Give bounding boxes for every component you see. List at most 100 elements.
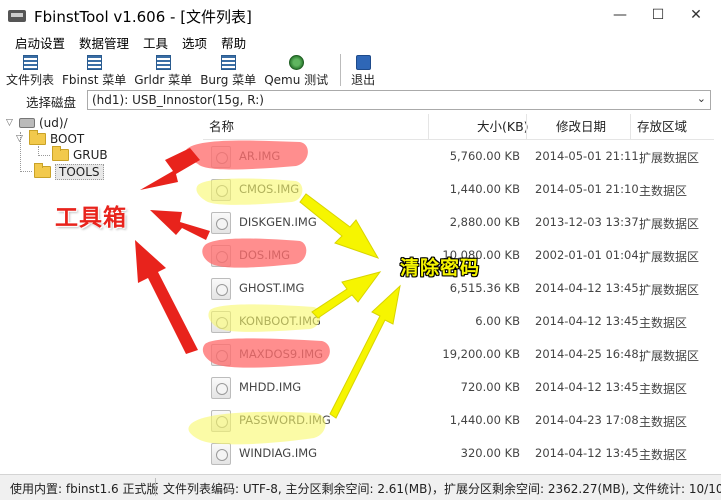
fbinst-menu-button[interactable]: Fbinst 菜单 bbox=[62, 54, 126, 88]
tree-line bbox=[20, 171, 32, 172]
column-name[interactable]: 名称 bbox=[209, 114, 234, 140]
vertical-scrollbar[interactable] bbox=[714, 114, 721, 474]
menu-data-management[interactable]: 数据管理 bbox=[79, 33, 129, 52]
file-size: 6,515.36 KB bbox=[449, 281, 520, 295]
file-area: 扩展数据区 bbox=[639, 349, 700, 363]
file-date: 2014-05-01 21:11 bbox=[535, 149, 639, 163]
menu-help[interactable]: 帮助 bbox=[221, 33, 246, 52]
burg-menu-button[interactable]: Burg 菜单 bbox=[200, 54, 256, 88]
disk-selector-row: 选择磁盘 (hd1): USB_Innostor(15g, R:) ⌄ bbox=[0, 88, 721, 112]
disk-image-icon bbox=[211, 179, 231, 201]
file-name: MAXDOS9.IMG bbox=[239, 347, 324, 361]
qemu-test-label: Qemu 测试 bbox=[264, 73, 329, 87]
list-icon bbox=[86, 55, 102, 70]
file-area: 扩展数据区 bbox=[639, 217, 700, 231]
file-size: 1,440.00 KB bbox=[449, 413, 520, 427]
file-date: 2014-04-12 13:45 bbox=[535, 380, 639, 394]
column-separator[interactable] bbox=[428, 114, 429, 140]
app-icon bbox=[8, 10, 26, 22]
file-name: DISKGEN.IMG bbox=[239, 215, 317, 229]
table-row[interactable]: DISKGEN.IMG 2,880.00 KB 2013-12-03 13:37… bbox=[203, 206, 714, 239]
file-name: AR.IMG bbox=[239, 149, 281, 163]
file-size: 5,760.00 KB bbox=[449, 149, 520, 163]
tree-root[interactable]: ▽ (ud)/ bbox=[6, 116, 68, 130]
toolbar: 文件列表 Fbinst 菜单 Grldr 菜单 Burg 菜单 Qemu 测试 … bbox=[0, 52, 721, 88]
status-bar: 使用内置: fbinst1.6 正式版 文件列表编码: UTF-8, 主分区剩余… bbox=[0, 474, 721, 500]
collapse-icon[interactable]: ▽ bbox=[6, 118, 16, 128]
collapse-icon[interactable]: ▽ bbox=[16, 134, 26, 144]
list-icon bbox=[155, 55, 171, 70]
folder-icon bbox=[34, 163, 51, 178]
file-date: 2014-04-12 13:45 bbox=[535, 446, 639, 460]
file-name: CMOS.IMG bbox=[239, 182, 300, 196]
qemu-test-button[interactable]: Qemu 测试 bbox=[264, 54, 328, 88]
file-area: 主数据区 bbox=[639, 184, 688, 198]
table-row[interactable]: KONBOOT.IMG 6.00 KB 2014-04-12 13:45 主数据… bbox=[203, 305, 714, 338]
file-list: 名称 大小(KB) 修改日期 存放区域 AR.IMG 5,760.00 KB 2… bbox=[203, 114, 714, 474]
file-name: GHOST.IMG bbox=[239, 281, 305, 295]
minimize-icon: — bbox=[613, 7, 627, 23]
maximize-icon: ☐ bbox=[651, 7, 665, 23]
table-row[interactable]: MHDD.IMG 720.00 KB 2014-04-12 13:45 主数据区 bbox=[203, 371, 714, 404]
file-date: 2014-04-23 17:08 bbox=[535, 413, 639, 427]
exit-button[interactable]: 退出 bbox=[351, 54, 375, 88]
minimize-button[interactable]: — bbox=[600, 0, 640, 30]
grldr-menu-button[interactable]: Grldr 菜单 bbox=[134, 54, 192, 88]
table-row[interactable]: CMOS.IMG 1,440.00 KB 2014-05-01 21:10 主数… bbox=[203, 173, 714, 206]
disk-image-icon bbox=[211, 377, 231, 399]
table-row[interactable]: PASSWORD.IMG 1,440.00 KB 2014-04-23 17:0… bbox=[203, 404, 714, 437]
menu-boot-settings[interactable]: 启动设置 bbox=[15, 33, 65, 52]
file-size: 720.00 KB bbox=[460, 380, 520, 394]
disk-image-icon bbox=[211, 146, 231, 168]
file-date: 2014-04-12 13:45 bbox=[535, 314, 639, 328]
qemu-icon bbox=[288, 55, 304, 70]
close-button[interactable]: ✕ bbox=[676, 0, 716, 30]
tree-root-label: (ud)/ bbox=[39, 116, 68, 130]
drive-icon bbox=[19, 118, 35, 128]
file-name: DOS.IMG bbox=[239, 248, 291, 262]
table-row[interactable]: AR.IMG 5,760.00 KB 2014-05-01 21:11 扩展数据… bbox=[203, 140, 714, 173]
file-area: 主数据区 bbox=[639, 382, 688, 396]
chevron-down-icon[interactable]: ⌄ bbox=[697, 92, 706, 105]
grldr-menu-label: Grldr 菜单 bbox=[134, 73, 193, 87]
file-size: 1,440.00 KB bbox=[449, 182, 520, 196]
table-row[interactable]: MAXDOS9.IMG 19,200.00 KB 2014-04-25 16:4… bbox=[203, 338, 714, 371]
burg-menu-label: Burg 菜单 bbox=[200, 73, 257, 87]
table-row[interactable]: WINDIAG.IMG 320.00 KB 2014-04-12 13:45 主… bbox=[203, 437, 714, 470]
disk-image-icon bbox=[211, 311, 231, 333]
menu-options[interactable]: 选项 bbox=[182, 33, 207, 52]
file-list-label: 文件列表 bbox=[6, 73, 55, 87]
folder-icon bbox=[29, 130, 46, 145]
column-date[interactable]: 修改日期 bbox=[556, 114, 606, 140]
folder-tree: ▽ (ud)/ ▽ BOOT GRUB TOOLS bbox=[0, 114, 200, 474]
disk-image-icon bbox=[211, 410, 231, 432]
tree-item-boot[interactable]: ▽ BOOT bbox=[16, 130, 85, 146]
file-size: 320.00 KB bbox=[460, 446, 520, 460]
tree-item-tools[interactable]: TOOLS bbox=[34, 163, 104, 180]
list-icon bbox=[22, 55, 38, 70]
password-annotation-label: 清除密码 bbox=[400, 257, 481, 279]
maximize-button[interactable]: ☐ bbox=[638, 0, 678, 30]
disk-select[interactable]: (hd1): USB_Innostor(15g, R:) ⌄ bbox=[87, 90, 711, 110]
file-area: 扩展数据区 bbox=[639, 250, 700, 264]
column-area[interactable]: 存放区域 bbox=[637, 114, 687, 140]
file-name: MHDD.IMG bbox=[239, 380, 302, 394]
file-name: PASSWORD.IMG bbox=[239, 413, 331, 427]
column-separator[interactable] bbox=[526, 114, 527, 140]
file-date: 2014-04-25 16:48 bbox=[535, 347, 639, 361]
file-date: 2014-04-12 13:45 bbox=[535, 281, 639, 295]
tree-item-grub[interactable]: GRUB bbox=[52, 146, 108, 162]
column-separator[interactable] bbox=[630, 114, 631, 140]
fbinst-menu-label: Fbinst 菜单 bbox=[62, 73, 127, 87]
file-size: 19,200.00 KB bbox=[442, 347, 520, 361]
tree-item-boot-label: BOOT bbox=[50, 132, 85, 146]
menu-tools[interactable]: 工具 bbox=[143, 33, 168, 52]
file-date: 2013-12-03 13:37 bbox=[535, 215, 639, 229]
file-date: 2002-01-01 01:04 bbox=[535, 248, 639, 262]
file-list-button[interactable]: 文件列表 bbox=[6, 54, 54, 88]
file-area: 主数据区 bbox=[639, 448, 688, 462]
column-size[interactable]: 大小(KB) bbox=[477, 114, 529, 140]
disk-image-icon bbox=[211, 245, 231, 267]
status-builtin: 使用内置: fbinst1.6 正式版 bbox=[10, 482, 159, 496]
disk-image-icon bbox=[211, 212, 231, 234]
